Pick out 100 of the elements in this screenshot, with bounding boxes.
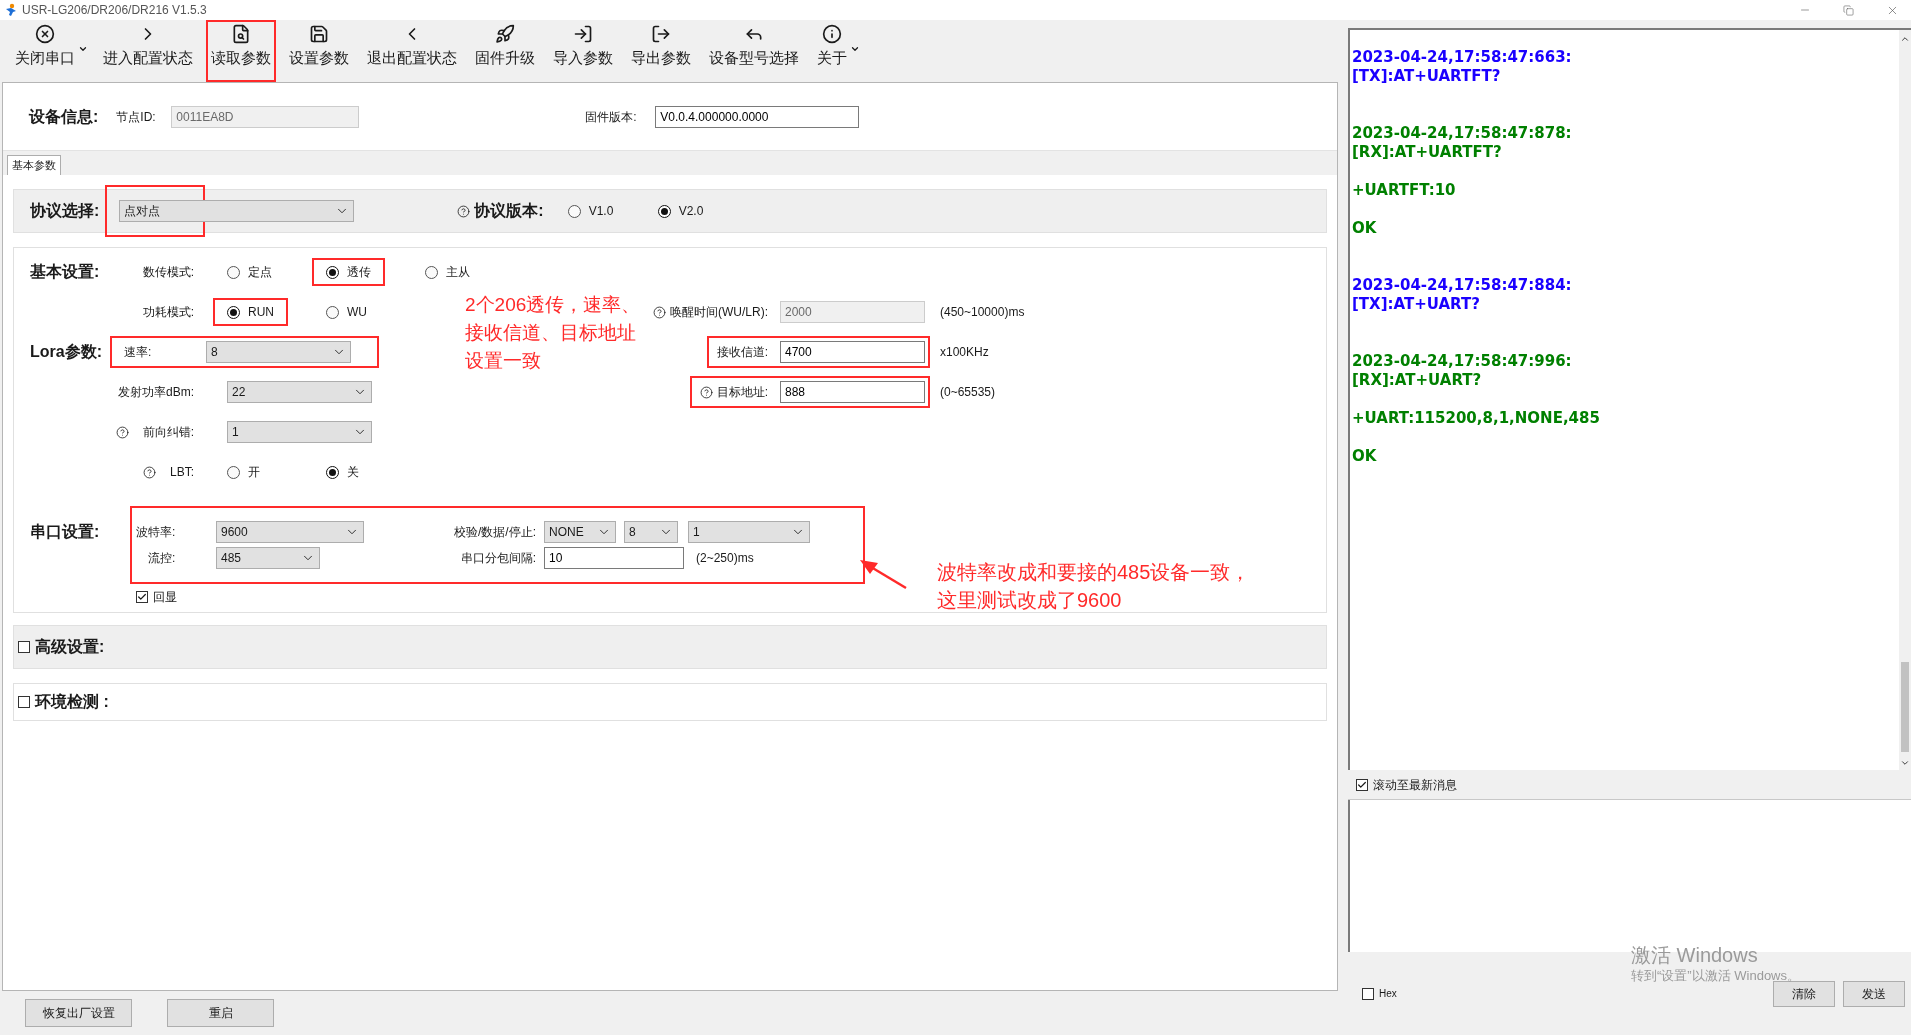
radio-option[interactable]: 定点 xyxy=(213,258,286,286)
annotation-note: 2个206透传，速率、 接收信道、目标地址 设置一致 xyxy=(465,293,641,373)
section-title: 协议版本: xyxy=(474,201,544,221)
dropdown[interactable]: 1 xyxy=(688,521,810,543)
toolbar-button[interactable]: 设备型号选择 xyxy=(704,20,804,82)
field-label: (0~65535) xyxy=(940,384,996,401)
field-label: 发射功率dBm: xyxy=(118,384,194,401)
field-label: (2~250)ms xyxy=(696,550,754,567)
save-icon xyxy=(309,24,329,44)
field-label: 串口分包间隔: xyxy=(459,550,537,567)
close-circle-icon xyxy=(35,24,55,44)
log-line: +UART:115200,8,1,NONE,485 xyxy=(1352,409,1600,428)
footer-button[interactable]: 重启 xyxy=(167,999,274,1027)
dropdown[interactable]: 点对点 xyxy=(119,200,355,222)
scrollbar[interactable] xyxy=(1899,30,1911,770)
help-icon[interactable] xyxy=(143,465,156,479)
window-title: USR-LG206/DR206/DR216 V1.5.3 xyxy=(22,2,207,19)
radio-option[interactable]: 关 xyxy=(312,458,373,486)
checkmark-icon xyxy=(137,592,147,602)
log-line: +UARTFT:10 xyxy=(1352,181,1456,200)
app-logo-icon xyxy=(4,3,18,17)
radio-option[interactable]: 透传 xyxy=(312,258,385,286)
import-icon xyxy=(573,24,593,44)
field-label: 唤醒时间(WU/LR): xyxy=(670,304,768,321)
rocket-icon xyxy=(495,24,515,44)
scroll-down-icon[interactable] xyxy=(1900,758,1910,768)
dropdown[interactable]: 22 xyxy=(227,381,372,403)
checkbox[interactable]: 高级设置: xyxy=(18,635,105,659)
input-field[interactable]: 4700 xyxy=(780,341,925,363)
toolbar-button[interactable]: 进入配置状态 xyxy=(98,20,198,82)
field-label: x100KHz xyxy=(940,344,989,361)
toolbar-button[interactable]: 固件升级 xyxy=(470,20,540,82)
scroll-thumb[interactable] xyxy=(1901,662,1909,752)
field-label: 功耗模式: xyxy=(142,304,194,321)
tab[interactable]: 基本参数 xyxy=(7,155,61,175)
log-line: [RX]:AT+UART? xyxy=(1352,371,1482,390)
log-line: [TX]:AT+UART? xyxy=(1352,295,1480,314)
checkbox[interactable]: 环境检测 : xyxy=(18,690,109,714)
log-line: 2023-04-24,17:58:47:996: xyxy=(1352,352,1572,371)
footer-button[interactable]: 恢复出厂设置 xyxy=(25,999,132,1027)
section-title: 串口设置: xyxy=(30,523,100,540)
log-line: OK xyxy=(1352,219,1377,238)
field-label: 接收信道: xyxy=(716,344,768,361)
field-label: 目标地址: xyxy=(716,384,768,401)
info-icon xyxy=(822,24,842,44)
toolbar-button[interactable]: 退出配置状态 xyxy=(362,20,462,82)
checkmark-icon xyxy=(1357,779,1367,790)
activation-title: 激活 Windows xyxy=(1631,943,1758,967)
field-label: 流控: xyxy=(147,550,177,567)
caret-icon xyxy=(78,44,88,54)
section-title: Lora参数: xyxy=(30,343,102,360)
dropdown[interactable]: 8 xyxy=(624,521,678,543)
log-line: [RX]:AT+UARTFT? xyxy=(1352,143,1502,162)
dropdown[interactable]: NONE xyxy=(544,521,616,543)
log-line: [TX]:AT+UARTFT? xyxy=(1352,67,1501,86)
radio-option[interactable]: RUN xyxy=(213,298,288,326)
input-field[interactable]: 10 xyxy=(544,547,684,569)
scroll-up-icon[interactable] xyxy=(1900,34,1910,44)
section-title: 基本设置: xyxy=(30,263,100,280)
export-icon xyxy=(651,24,671,44)
toolbar-button[interactable]: 关闭串口 xyxy=(10,20,90,82)
toolbar-button[interactable]: 导出参数 xyxy=(626,20,696,82)
field-label: (450~10000)ms xyxy=(940,304,1025,321)
dropdown[interactable]: 1 xyxy=(227,421,372,443)
field-label: 固件版本: xyxy=(585,108,638,126)
radio-option[interactable]: WU xyxy=(312,298,381,326)
toolbar-button[interactable]: 导入参数 xyxy=(548,20,618,82)
field-label: 前向纠错: xyxy=(142,424,194,441)
help-icon[interactable] xyxy=(699,385,713,399)
radio-option[interactable]: 主从 xyxy=(411,258,484,286)
log-button[interactable]: 发送 xyxy=(1843,980,1905,1007)
section-title: 协议选择: xyxy=(30,201,100,221)
radio-option[interactable]: V2.0 xyxy=(643,197,718,225)
checkbox[interactable]: 滚动至最新消息 xyxy=(1356,775,1457,794)
toolbar-button[interactable]: 设置参数 xyxy=(284,20,354,82)
document-search-icon xyxy=(231,24,251,44)
log-line: 2023-04-24,17:58:47:884: xyxy=(1352,276,1572,295)
field-label: 节点ID: xyxy=(116,108,157,126)
log-line: OK xyxy=(1352,447,1377,466)
field-label: 波特率: xyxy=(136,524,177,541)
help-icon[interactable] xyxy=(115,425,129,439)
log-button[interactable]: 清除 xyxy=(1773,980,1835,1007)
toolbar-button[interactable]: 读取参数 xyxy=(206,20,276,82)
input-field[interactable]: 888 xyxy=(780,381,925,403)
checkbox[interactable]: 回显 xyxy=(136,588,865,606)
dropdown[interactable]: 485 xyxy=(216,547,320,569)
checkbox[interactable]: Hex xyxy=(1362,986,1397,1001)
field-label: 校验/数据/停止: xyxy=(453,524,537,541)
dropdown[interactable]: 8 xyxy=(206,341,351,363)
toolbar-button[interactable]: 关于 xyxy=(812,20,862,82)
field-label: LBT: xyxy=(170,464,194,481)
help-icon[interactable] xyxy=(457,204,471,218)
field-label: 数传模式: xyxy=(142,264,194,281)
caret-icon xyxy=(850,44,860,54)
input-field[interactable]: V0.0.4.000000.0000 xyxy=(655,105,860,128)
radio-option[interactable]: V1.0 xyxy=(553,197,628,225)
section-title: 设备信息: xyxy=(29,106,99,127)
dropdown[interactable]: 9600 xyxy=(216,521,364,543)
log-line: 2023-04-24,17:58:47:663: xyxy=(1352,48,1572,67)
radio-option[interactable]: 开 xyxy=(213,458,274,486)
